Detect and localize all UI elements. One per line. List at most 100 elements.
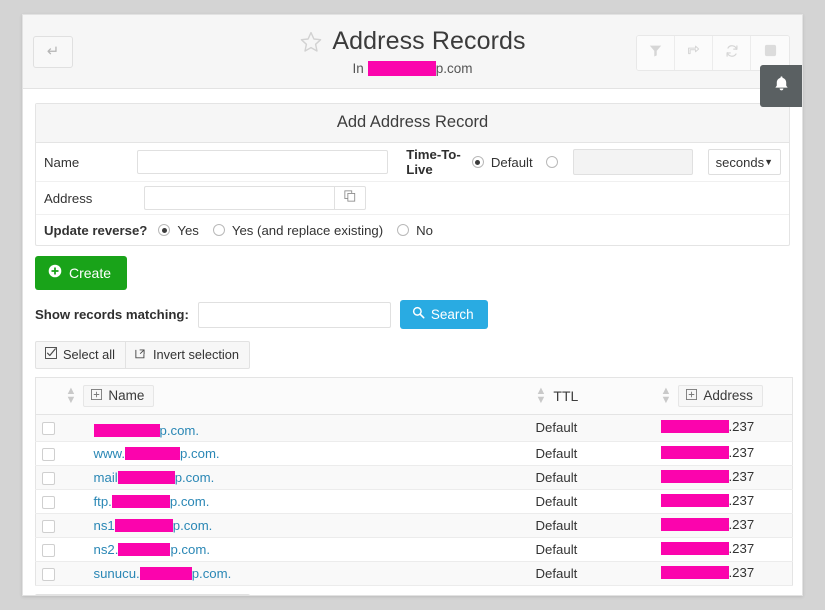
redacted-name bbox=[115, 519, 173, 532]
row-checkbox-cell bbox=[36, 441, 62, 465]
bell-icon bbox=[773, 75, 790, 98]
select-all-button-bottom[interactable]: Select all bbox=[35, 594, 126, 597]
ttl-default-radio[interactable] bbox=[472, 156, 484, 168]
th-name[interactable]: ▲▼ Name bbox=[62, 378, 532, 415]
ttl-cell: Default bbox=[532, 415, 657, 442]
row-checkbox[interactable] bbox=[42, 520, 55, 533]
filter-button[interactable] bbox=[637, 36, 675, 70]
address-cell: .237 bbox=[657, 561, 793, 585]
record-name-link[interactable]: ns1p.com. bbox=[94, 518, 213, 533]
name-cell: ns2.p.com. bbox=[62, 537, 532, 561]
row-checkbox-cell bbox=[36, 489, 62, 513]
ttl-group: Time-To-Live Default seconds ▼ bbox=[406, 147, 781, 177]
reverse-yes-label[interactable]: Yes bbox=[177, 223, 199, 238]
record-name-link[interactable]: ns2.p.com. bbox=[94, 542, 211, 557]
table-row: sunucu.p.com. Default.237 bbox=[36, 561, 793, 585]
filter-icon bbox=[649, 44, 662, 62]
panel-body: Name Time-To-Live Default seconds ▼ bbox=[36, 143, 789, 245]
reverse-no-radio[interactable] bbox=[397, 224, 409, 236]
redacted-address bbox=[661, 470, 729, 483]
th-name-label: Name bbox=[108, 388, 144, 403]
address-suffix: .237 bbox=[729, 493, 755, 508]
reverse-yes-replace-label[interactable]: Yes (and replace existing) bbox=[232, 223, 383, 238]
name-row: Name Time-To-Live Default seconds ▼ bbox=[36, 143, 789, 181]
address-suffix: .237 bbox=[729, 541, 755, 556]
selection-toolbar-top: Select all Invert selection bbox=[35, 341, 790, 369]
address-input[interactable] bbox=[144, 186, 334, 210]
create-button[interactable]: Create bbox=[35, 256, 127, 290]
sort-icon[interactable]: ▲▼ bbox=[536, 386, 547, 406]
star-outline-icon[interactable] bbox=[299, 30, 323, 54]
row-checkbox[interactable] bbox=[42, 568, 55, 581]
address-label: Address bbox=[44, 191, 144, 206]
panel-title: Add Address Record bbox=[36, 104, 789, 143]
invert-selection-button-bottom[interactable]: Invert selection bbox=[126, 594, 250, 597]
search-input[interactable] bbox=[198, 302, 391, 328]
search-row: Show records matching: Search bbox=[35, 300, 790, 329]
table-row: ns1p.com.Default.237 bbox=[36, 513, 793, 537]
row-checkbox[interactable] bbox=[42, 472, 55, 485]
select-all-button-top[interactable]: Select all bbox=[35, 341, 126, 369]
table-header-row: ▲▼ Name bbox=[36, 378, 793, 415]
record-name-link[interactable]: sunucu.p.com. bbox=[94, 566, 232, 581]
sort-icon[interactable]: ▲▼ bbox=[661, 386, 672, 406]
refresh-button[interactable] bbox=[713, 36, 751, 70]
redacted-address bbox=[661, 494, 729, 507]
ttl-cell: Default bbox=[532, 537, 657, 561]
row-checkbox-cell bbox=[36, 513, 62, 537]
ttl-unit-value: seconds bbox=[716, 155, 764, 170]
redacted-name bbox=[94, 424, 160, 437]
th-ttl-label: TTL bbox=[553, 388, 578, 404]
record-name-link[interactable]: ftp.p.com. bbox=[94, 494, 210, 509]
address-row: Address bbox=[36, 181, 789, 214]
table-body: p.com.Default.237www.p.com.Default.237ma… bbox=[36, 415, 793, 586]
ttl-value-input[interactable] bbox=[573, 149, 693, 175]
record-name-prefix: ns2. bbox=[94, 542, 119, 557]
th-address[interactable]: ▲▼ Address bbox=[657, 378, 793, 415]
row-checkbox[interactable] bbox=[42, 544, 55, 557]
name-column-tag[interactable]: Name bbox=[83, 385, 154, 407]
th-checkbox bbox=[36, 378, 62, 415]
ttl-default-label[interactable]: Default bbox=[491, 155, 533, 170]
ttl-custom-radio[interactable] bbox=[546, 156, 558, 168]
address-cell: .237 bbox=[657, 513, 793, 537]
redacted-address bbox=[661, 542, 729, 555]
row-checkbox[interactable] bbox=[42, 496, 55, 509]
app-window: ↵ Address Records In p.com bbox=[22, 14, 803, 596]
invert-selection-button-top[interactable]: Invert selection bbox=[126, 341, 250, 369]
chevron-down-icon: ▼ bbox=[764, 157, 773, 167]
sort-icon[interactable]: ▲▼ bbox=[66, 386, 77, 406]
record-name-link[interactable]: www.p.com. bbox=[94, 446, 220, 461]
row-checkbox-cell bbox=[36, 415, 62, 442]
expand-icon bbox=[91, 388, 102, 403]
address-suffix: .237 bbox=[729, 445, 755, 460]
refresh-icon bbox=[725, 44, 739, 63]
row-checkbox[interactable] bbox=[42, 448, 55, 461]
transfer-button[interactable] bbox=[675, 36, 713, 70]
subtitle-suffix: p.com bbox=[436, 61, 473, 76]
th-ttl[interactable]: ▲▼ TTL bbox=[532, 378, 657, 415]
address-column-tag[interactable]: Address bbox=[678, 385, 763, 407]
copy-address-button[interactable] bbox=[334, 186, 366, 210]
address-records-table: ▲▼ Name bbox=[35, 377, 793, 586]
record-name-link[interactable]: p.com. bbox=[94, 423, 200, 438]
row-checkbox[interactable] bbox=[42, 422, 55, 435]
record-name-link[interactable]: mailp.com. bbox=[94, 470, 215, 485]
name-input[interactable] bbox=[137, 150, 388, 174]
th-address-label: Address bbox=[703, 388, 753, 403]
reverse-no-label[interactable]: No bbox=[416, 223, 433, 238]
redacted-name bbox=[125, 447, 180, 460]
ttl-cell: Default bbox=[532, 561, 657, 585]
search-button[interactable]: Search bbox=[400, 300, 488, 329]
ttl-unit-select[interactable]: seconds ▼ bbox=[708, 149, 781, 175]
reverse-yes-replace-radio[interactable] bbox=[213, 224, 225, 236]
record-name-suffix: p.com. bbox=[170, 494, 210, 509]
notifications-button[interactable] bbox=[760, 65, 802, 107]
redacted-address bbox=[661, 446, 729, 459]
record-name-prefix: www. bbox=[94, 446, 126, 461]
page-header: ↵ Address Records In p.com bbox=[23, 15, 802, 89]
redacted-name bbox=[118, 471, 175, 484]
record-name-prefix: mail bbox=[94, 470, 118, 485]
reverse-yes-radio[interactable] bbox=[158, 224, 170, 236]
table-row: www.p.com.Default.237 bbox=[36, 441, 793, 465]
